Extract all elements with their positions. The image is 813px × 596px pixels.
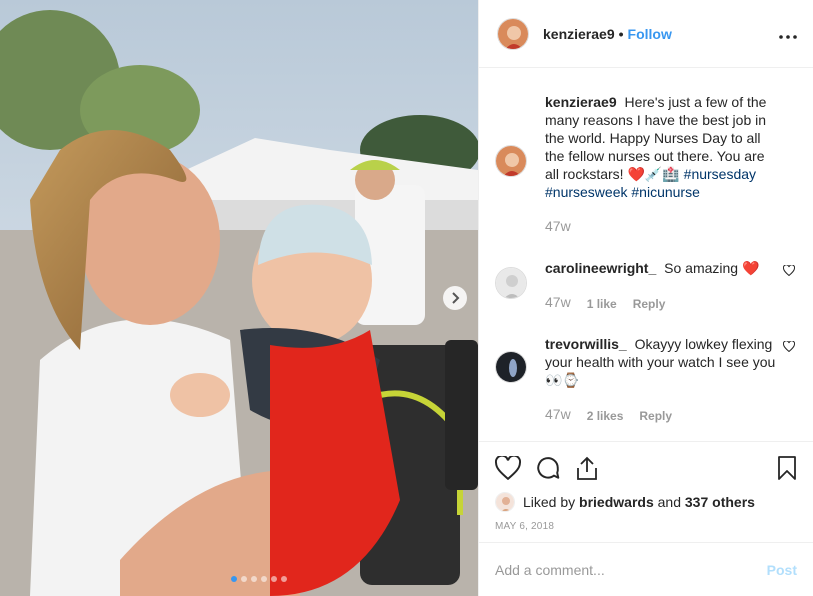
comment-meta: 47w 2 likes Reply <box>545 405 780 425</box>
likes-summary: Liked by briedwards and 337 others <box>495 492 797 512</box>
caption-time[interactable]: 47w <box>545 217 571 235</box>
likes-others-link[interactable]: 337 others <box>685 494 755 510</box>
like-comment-heart-icon[interactable] <box>782 263 796 279</box>
comment-likes[interactable]: 1 like <box>587 295 617 313</box>
comment-icon[interactable] <box>535 455 561 481</box>
caption-meta: 47w <box>545 217 780 235</box>
comment-body: trevorwillis_ Okayyy lowkey flexing your… <box>545 335 780 425</box>
comment-item: carolineewright_ So amazing ❤️ 47w 1 lik… <box>495 259 797 313</box>
comment-body: carolineewright_ So amazing ❤️ 47w 1 lik… <box>545 259 780 313</box>
comment-username[interactable]: carolineewright_ <box>545 260 656 276</box>
post-comment-button[interactable]: Post <box>767 562 797 578</box>
comment-likes[interactable]: 2 likes <box>587 407 624 425</box>
author-username[interactable]: kenzierae9 <box>543 26 615 42</box>
carousel-dot <box>241 576 247 582</box>
bookmark-icon[interactable] <box>777 455 797 481</box>
comment-username[interactable]: trevorwillis_ <box>545 336 627 352</box>
comment-text: So amazing ❤️ <box>664 260 760 276</box>
comment-input[interactable] <box>495 561 767 578</box>
author-avatar[interactable] <box>497 17 529 50</box>
comment-item: trevorwillis_ Okayyy lowkey flexing your… <box>495 335 797 425</box>
comment-time[interactable]: 47w <box>545 405 571 425</box>
liker-username[interactable]: briedwards <box>579 494 654 510</box>
hashtag[interactable]: #nursesweek <box>545 184 628 200</box>
caption: kenzierae9 Here's just a few of the many… <box>495 93 797 235</box>
carousel-dot <box>231 576 237 582</box>
next-photo-button[interactable] <box>443 286 467 310</box>
action-icons <box>495 454 797 482</box>
follow-button[interactable]: Follow <box>628 26 672 42</box>
caption-username[interactable]: kenzierae9 <box>545 94 617 110</box>
hashtag[interactable]: #nicunurse <box>631 184 700 200</box>
post-side-panel: kenzierae9 • Follow kenzierae9 Here's ju… <box>478 0 813 596</box>
commenter-avatar[interactable] <box>495 267 527 299</box>
reply-button[interactable]: Reply <box>639 407 672 425</box>
carousel-dot <box>281 576 287 582</box>
post-header: kenzierae9 • Follow <box>479 0 813 68</box>
heart-icon[interactable] <box>495 456 521 480</box>
carousel-indicator <box>0 576 478 582</box>
likes-prefix: Liked by <box>523 494 576 510</box>
like-comment-heart-icon[interactable] <box>782 339 796 355</box>
liker-avatar[interactable] <box>495 492 515 512</box>
carousel-dot <box>251 576 257 582</box>
comment-meta: 47w 1 like Reply <box>545 293 780 313</box>
carousel-dot <box>271 576 277 582</box>
carousel-dot <box>261 576 267 582</box>
commenter-avatar[interactable] <box>495 351 527 383</box>
post-date[interactable]: MAY 6, 2018 <box>495 521 797 532</box>
comment-time[interactable]: 47w <box>545 293 571 313</box>
hashtag[interactable]: #nursesday <box>684 166 756 182</box>
separator-dot: • <box>618 25 624 42</box>
share-icon[interactable] <box>575 455 599 481</box>
reply-button[interactable]: Reply <box>633 295 666 313</box>
likes-connector: and <box>657 494 681 510</box>
comments-list[interactable]: kenzierae9 Here's just a few of the many… <box>479 69 813 441</box>
photo-illustration <box>0 0 478 596</box>
add-comment-bar: Post <box>479 542 813 596</box>
more-options-icon[interactable] <box>779 22 797 45</box>
caption-body: kenzierae9 Here's just a few of the many… <box>545 93 780 235</box>
author-avatar[interactable] <box>495 145 527 177</box>
post-actions: Liked by briedwards and 337 others MAY 6… <box>479 441 813 532</box>
post-photo[interactable] <box>0 0 478 596</box>
chevron-right-icon <box>452 292 460 304</box>
